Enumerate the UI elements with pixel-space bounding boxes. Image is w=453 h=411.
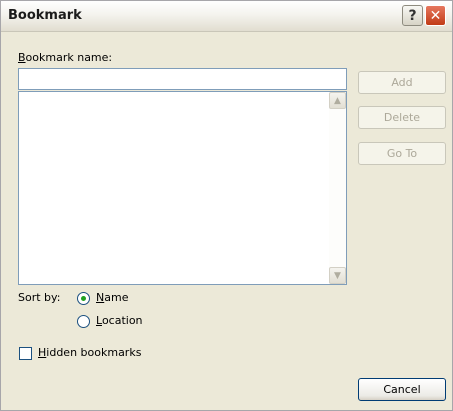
sort-by-name-accel: N bbox=[96, 291, 105, 304]
go-to-button[interactable]: Go To bbox=[358, 142, 446, 165]
hidden-bookmarks-label[interactable]: Hidden bookmarks bbox=[38, 346, 141, 359]
scroll-up-icon: ▲ bbox=[334, 95, 341, 106]
hidden-bookmarks-checkbox[interactable] bbox=[19, 347, 32, 360]
close-icon: ✕ bbox=[429, 7, 442, 24]
close-button[interactable]: ✕ bbox=[425, 5, 446, 26]
sort-by-location-rest: ocation bbox=[101, 314, 143, 327]
scroll-down-icon: ▼ bbox=[334, 270, 341, 281]
bookmark-name-label-rest: ookmark name: bbox=[25, 51, 113, 64]
radio-selected-dot bbox=[81, 296, 86, 301]
bookmark-dialog: Bookmark ? ✕ Bookmark name: ▲ ▼ Add Dele… bbox=[0, 0, 453, 411]
hidden-bookmarks-rest: idden bookmarks bbox=[46, 346, 142, 359]
dialog-title: Bookmark bbox=[8, 8, 82, 23]
delete-button[interactable]: Delete bbox=[358, 106, 446, 129]
bookmark-list[interactable]: ▲ ▼ bbox=[18, 91, 347, 285]
help-icon: ? bbox=[408, 7, 417, 24]
bookmark-name-label-accel: B bbox=[18, 51, 26, 64]
sort-by-name-radio[interactable] bbox=[77, 292, 90, 305]
cancel-button[interactable]: Cancel bbox=[358, 378, 446, 401]
sort-by-label: Sort by: bbox=[18, 291, 61, 304]
sort-by-location-label[interactable]: Location bbox=[96, 314, 143, 327]
add-button[interactable]: Add bbox=[358, 71, 446, 94]
bookmark-name-input[interactable] bbox=[18, 68, 347, 90]
bookmark-name-label: Bookmark name: bbox=[18, 51, 112, 64]
sort-by-name-label[interactable]: Name bbox=[96, 291, 128, 304]
bookmark-list-scrollbar[interactable]: ▲ ▼ bbox=[329, 92, 346, 284]
sort-by-name-rest: ame bbox=[104, 291, 129, 304]
help-button[interactable]: ? bbox=[402, 5, 423, 26]
title-bar[interactable]: Bookmark ? ✕ bbox=[1, 1, 452, 32]
sort-by-location-radio[interactable] bbox=[77, 315, 90, 328]
scroll-down-button[interactable]: ▼ bbox=[329, 267, 346, 284]
scroll-up-button[interactable]: ▲ bbox=[329, 92, 346, 109]
